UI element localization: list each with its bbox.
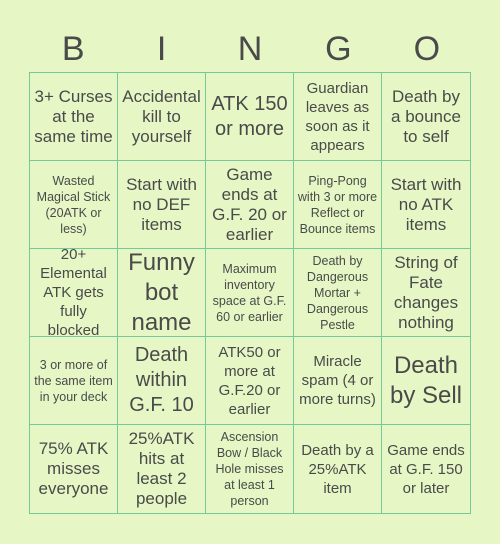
bingo-cell[interactable]: Miracle spam (4 or more turns) xyxy=(294,337,382,425)
bingo-cell[interactable]: Ping-Pong with 3 or more Reflect or Boun… xyxy=(294,161,382,249)
bingo-cell[interactable]: Guardian leaves as soon as it appears xyxy=(294,73,382,161)
bingo-cell[interactable]: Death by Dangerous Mortar + Dangerous Pe… xyxy=(294,249,382,337)
bingo-cell[interactable]: ATK 150 or more xyxy=(206,73,294,161)
bingo-cell[interactable]: Death within G.F. 10 xyxy=(118,337,206,425)
header-letter-i: I xyxy=(156,30,167,68)
bingo-cell[interactable]: Wasted Magical Stick (20ATK or less) xyxy=(30,161,118,249)
bingo-cell[interactable]: Start with no DEF items xyxy=(118,161,206,249)
bingo-cell[interactable]: 3+ Curses at the same time xyxy=(30,73,118,161)
bingo-cell[interactable]: 25%ATK hits at least 2 people xyxy=(118,425,206,513)
bingo-cell[interactable]: 3 or more of the same item in your deck xyxy=(30,337,118,425)
bingo-cell[interactable]: ATK50 or more at G.F.20 or earlier xyxy=(206,337,294,425)
bingo-cell[interactable]: Game ends at G.F. 150 or later xyxy=(382,425,470,513)
bingo-cell[interactable]: Ascension Bow / Black Hole misses at lea… xyxy=(206,425,294,513)
bingo-cell[interactable]: Death by a 25%ATK item xyxy=(294,425,382,513)
bingo-cell[interactable]: Accidental kill to yourself xyxy=(118,73,206,161)
bingo-cell[interactable]: Game ends at G.F. 20 or earlier xyxy=(206,161,294,249)
bingo-header: B I N G O xyxy=(29,30,471,72)
bingo-cell[interactable]: Maximum inventory space at G.F. 60 or ea… xyxy=(206,249,294,337)
header-letter-b: B xyxy=(61,30,85,68)
header-letter-o: O xyxy=(413,30,441,68)
header-letter-g: G xyxy=(325,30,352,68)
bingo-cell[interactable]: Start with no ATK items xyxy=(382,161,470,249)
header-letter-n: N xyxy=(237,30,263,68)
bingo-cell[interactable]: Death by a bounce to self xyxy=(382,73,470,161)
bingo-cell[interactable]: 20+ Elemental ATK gets fully blocked xyxy=(30,249,118,337)
bingo-cell[interactable]: Funny bot name xyxy=(118,249,206,337)
bingo-cell[interactable]: 75% ATK misses everyone xyxy=(30,425,118,513)
bingo-cell[interactable]: Death by Sell xyxy=(382,337,470,425)
bingo-cell[interactable]: String of Fate changes nothing xyxy=(382,249,470,337)
bingo-grid: 3+ Curses at the same time Accidental ki… xyxy=(29,72,471,514)
